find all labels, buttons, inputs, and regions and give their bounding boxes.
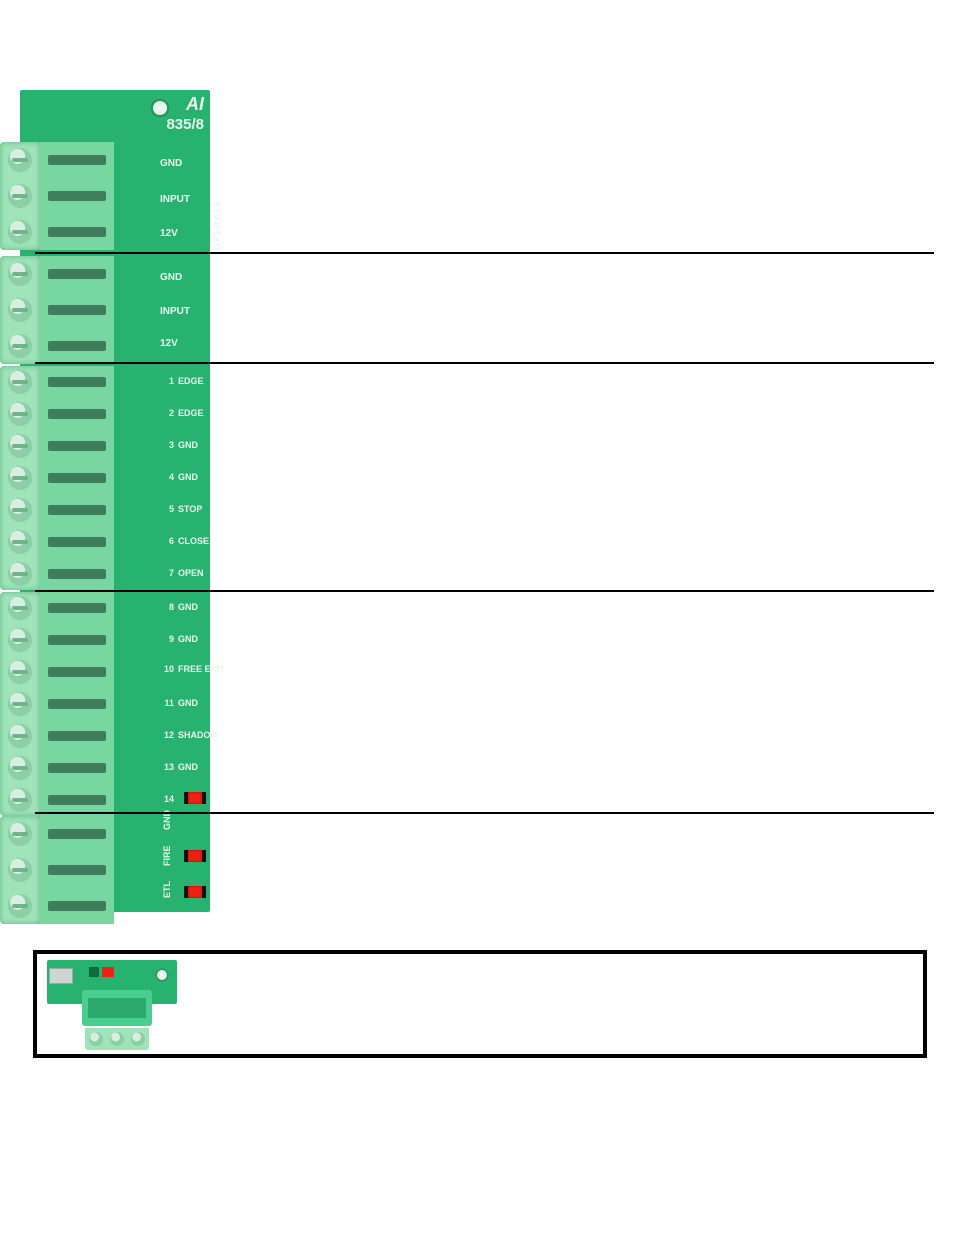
pin-label: ETL bbox=[162, 881, 172, 898]
pin-label: 12SHADOW bbox=[160, 730, 219, 740]
pin-label: 14 bbox=[160, 794, 178, 804]
radio-receiver-pcb bbox=[47, 960, 177, 1048]
status-led-icon bbox=[89, 967, 99, 977]
terminal-block-operate-a bbox=[0, 142, 114, 250]
pcb-part-number: 835/8 bbox=[166, 116, 204, 133]
pin-label: 4GND bbox=[160, 472, 198, 482]
section-divider bbox=[35, 812, 934, 814]
pin-label: 8GND bbox=[160, 602, 198, 612]
pin-label: 12V bbox=[160, 338, 178, 349]
pin-label: 13GND bbox=[160, 762, 198, 772]
pin-label: GND bbox=[160, 158, 182, 169]
terminal-block-operate-b bbox=[0, 256, 114, 364]
pin-label: GND bbox=[160, 272, 182, 283]
pin-label: 11GND bbox=[160, 698, 198, 708]
pin-label: 5STOP bbox=[160, 504, 202, 514]
terminal-block-8-14 bbox=[0, 592, 114, 816]
pin-label: 1EDGE bbox=[160, 376, 204, 386]
pin-label: FIRE bbox=[162, 845, 172, 866]
status-led-icon bbox=[188, 886, 202, 898]
mounting-hole-icon bbox=[150, 98, 170, 118]
radio-receiver-panel bbox=[33, 950, 927, 1058]
section-label-operate: OPERATE bbox=[212, 200, 222, 250]
section-divider bbox=[35, 590, 934, 592]
status-led-icon bbox=[188, 792, 202, 804]
pin-label: INPUT bbox=[160, 306, 190, 317]
pin-label: 6CLOSE bbox=[160, 536, 209, 546]
pcb-logo-fragment: AI bbox=[186, 94, 204, 115]
pin-label: 3GND bbox=[160, 440, 198, 450]
connector-icon bbox=[49, 968, 73, 984]
status-led-icon bbox=[102, 967, 114, 977]
section-divider bbox=[35, 252, 934, 254]
terminal-block-1-7 bbox=[0, 366, 114, 590]
terminal-block-receiver bbox=[82, 990, 152, 1026]
terminal-block-fire bbox=[0, 816, 114, 924]
pin-label: 9GND bbox=[160, 634, 198, 644]
pin-label: 10FREE EXIT bbox=[160, 664, 225, 674]
pin-label: 12V bbox=[160, 228, 178, 239]
mounting-hole-icon bbox=[155, 968, 169, 982]
pin-label: INPUT bbox=[160, 194, 190, 205]
apex-835-pcb: AI 835/8 GND INPUT 12V OPERATE GND INPUT… bbox=[20, 90, 210, 912]
terminal-screws bbox=[85, 1028, 149, 1050]
status-led-icon bbox=[188, 850, 202, 862]
pin-label: 2EDGE bbox=[160, 408, 204, 418]
pin-label: 7OPEN bbox=[160, 568, 204, 578]
section-divider bbox=[35, 362, 934, 364]
